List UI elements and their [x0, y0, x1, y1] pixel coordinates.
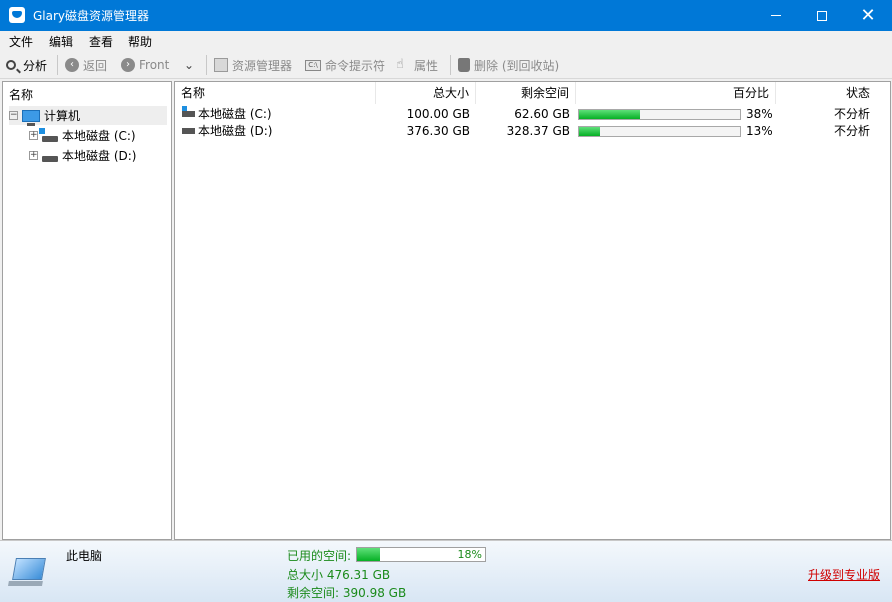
- app-logo-icon: [9, 7, 25, 23]
- folder-tree-pane[interactable]: 名称 − 计算机 + 本地磁盘 (C:) + 本地磁盘 (D:): [2, 81, 172, 540]
- menu-help[interactable]: 帮助: [128, 33, 152, 50]
- properties-label: 属性: [414, 58, 439, 73]
- drive-icon: [182, 128, 195, 134]
- free-space-text: 剩余空间: 390.98 GB: [287, 586, 407, 600]
- tree-item-label: 本地磁盘 (C:): [62, 129, 136, 143]
- toolbar-separator: [57, 55, 58, 75]
- tree-item-disk-d[interactable]: + 本地磁盘 (D:): [29, 146, 167, 165]
- delete-button[interactable]: 删除 (到回收站): [458, 56, 559, 74]
- cmd-label: 命令提示符: [325, 58, 386, 73]
- forward-arrow-icon: ›: [121, 58, 135, 72]
- row-percent: 13%: [746, 124, 773, 138]
- used-space-progress-fill: [357, 548, 381, 561]
- table-row[interactable]: 本地磁盘 (D:) 376.30 GB 328.37 GB 13% 不分析: [175, 123, 890, 140]
- toolbar-separator: [206, 55, 207, 75]
- title-bar: Glary磁盘资源管理器 ✕: [0, 0, 892, 31]
- explorer-label: 资源管理器: [232, 58, 293, 73]
- maximize-icon: [817, 10, 827, 21]
- usage-progress-fill: [579, 110, 641, 119]
- hand-pointer-icon: ☝: [396, 57, 404, 72]
- system-drive-icon: [39, 127, 58, 142]
- explorer-button[interactable]: 资源管理器: [214, 56, 292, 74]
- system-drive-icon: [182, 106, 195, 117]
- column-header-total-size[interactable]: 总大小: [376, 82, 476, 104]
- status-location: 此电脑: [66, 549, 103, 563]
- menu-file[interactable]: 文件: [9, 33, 33, 50]
- tree-item-label: 本地磁盘 (D:): [62, 149, 137, 163]
- back-button[interactable]: ‹ 返回: [65, 56, 107, 74]
- row-status: 不分析: [833, 107, 870, 121]
- forward-button[interactable]: › Front: [121, 56, 169, 74]
- usage-progress-bar: [578, 109, 741, 120]
- expand-icon[interactable]: +: [29, 151, 38, 160]
- tree-header: 名称: [9, 88, 34, 102]
- tree-item-disk-c[interactable]: + 本地磁盘 (C:): [29, 126, 167, 145]
- back-arrow-icon: ‹: [65, 58, 79, 72]
- row-percent: 38%: [746, 107, 773, 121]
- row-free-space: 62.60 GB: [514, 107, 570, 121]
- delete-label: 删除 (到回收站): [474, 58, 560, 73]
- properties-button[interactable]: ☝ 属性: [396, 56, 438, 74]
- cmd-button[interactable]: C:\ 命令提示符: [305, 56, 385, 74]
- trash-icon: [458, 58, 470, 72]
- toolbar: 分析 ‹ 返回 › Front ⌄ 资源管理器 C:\ 命令提示符 ☝ 属性 删…: [0, 51, 892, 79]
- usage-progress-fill: [579, 127, 600, 136]
- drive-list-pane[interactable]: 名称 总大小 剩余空间 百分比 状态 本地磁盘 (C:) 100.00 GB 6…: [174, 81, 891, 540]
- menu-view[interactable]: 查看: [89, 33, 113, 50]
- close-button[interactable]: ✕: [845, 0, 891, 31]
- usage-progress-bar: [578, 126, 741, 137]
- search-icon: [6, 60, 16, 70]
- collapse-icon[interactable]: −: [9, 111, 18, 120]
- minimize-icon: [771, 15, 781, 16]
- laptop-icon: [12, 558, 46, 580]
- status-bar: 此电脑 已用的空间: 18% 总大小 476.31 GB 剩余空间: 390.9…: [0, 540, 892, 602]
- row-name: 本地磁盘 (C:): [198, 107, 272, 121]
- column-header-name[interactable]: 名称: [181, 82, 376, 104]
- terminal-icon: C:\: [305, 59, 321, 71]
- tree-item-computer[interactable]: − 计算机: [9, 106, 167, 126]
- back-label: 返回: [83, 58, 108, 73]
- history-dropdown-button[interactable]: ⌄: [184, 56, 194, 74]
- table-row[interactable]: 本地磁盘 (C:) 100.00 GB 62.60 GB 38% 不分析: [175, 106, 890, 123]
- column-header-free-space[interactable]: 剩余空间: [476, 82, 576, 104]
- chevron-down-icon: ⌄: [184, 58, 195, 72]
- forward-label: Front: [139, 58, 170, 72]
- minimize-button[interactable]: [753, 0, 799, 31]
- drive-icon: [42, 155, 58, 162]
- row-total-size: 100.00 GB: [406, 107, 470, 121]
- expand-icon[interactable]: +: [29, 131, 38, 140]
- column-header-status[interactable]: 状态: [776, 82, 876, 104]
- row-total-size: 376.30 GB: [406, 124, 470, 138]
- used-space-percent: 18%: [457, 548, 482, 561]
- menu-edit[interactable]: 编辑: [49, 33, 73, 50]
- row-name: 本地磁盘 (D:): [198, 124, 273, 138]
- explorer-icon: [214, 58, 228, 72]
- total-size-text: 总大小 476.31 GB: [287, 568, 391, 582]
- computer-icon: [22, 109, 40, 126]
- menu-bar: 文件 编辑 查看 帮助: [0, 31, 892, 51]
- row-free-space: 328.37 GB: [506, 124, 570, 138]
- analyze-button[interactable]: 分析: [6, 56, 47, 74]
- upgrade-link[interactable]: 升级到专业版: [808, 566, 880, 583]
- analyze-label: 分析: [23, 58, 48, 73]
- row-status: 不分析: [833, 124, 870, 138]
- used-space-label: 已用的空间:: [287, 549, 352, 563]
- column-header-percent[interactable]: 百分比: [576, 82, 776, 104]
- window-title: Glary磁盘资源管理器: [33, 9, 150, 23]
- maximize-button[interactable]: [799, 0, 845, 31]
- tree-item-label: 计算机: [44, 109, 81, 123]
- toolbar-separator: [450, 55, 451, 75]
- used-space-progress-bar: 18%: [356, 547, 486, 562]
- close-icon: ✕: [860, 4, 876, 26]
